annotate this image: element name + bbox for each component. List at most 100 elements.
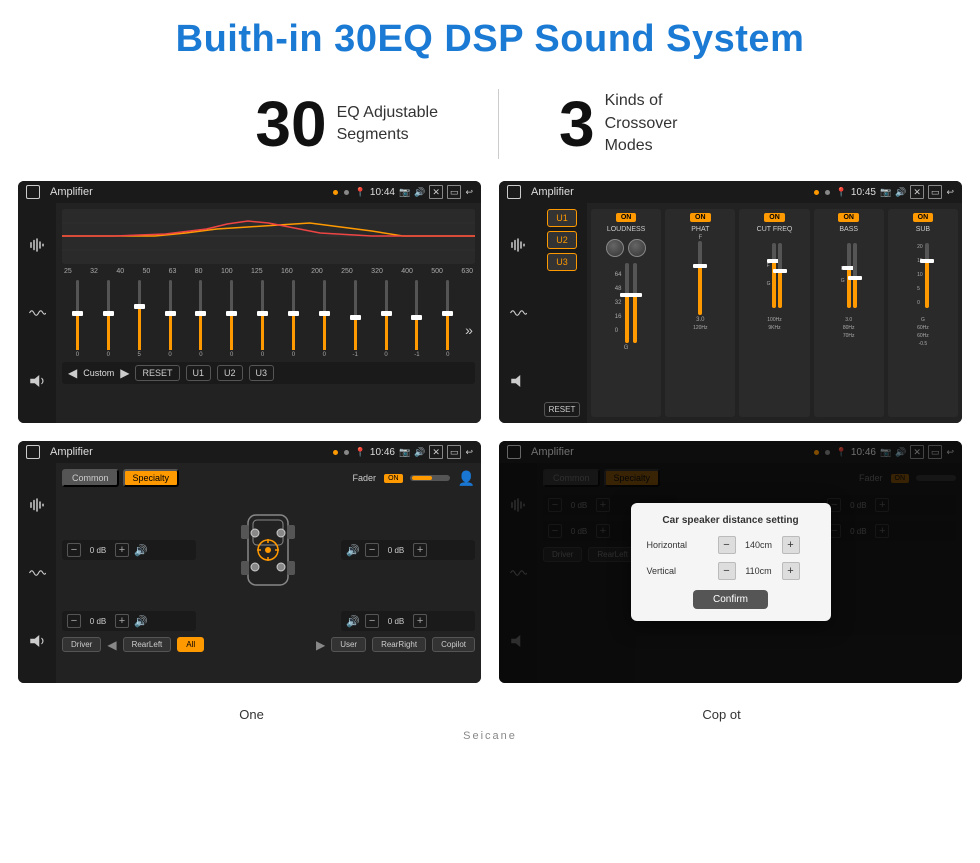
cx-sidebar-eq-icon[interactable]	[505, 232, 531, 258]
eq-rect-icon: ▭	[447, 185, 462, 199]
stat-crossover-number: 3	[559, 92, 595, 156]
eq-prev-arrow[interactable]: ◀	[68, 366, 77, 380]
cx-phat-toggle[interactable]: ON	[690, 213, 711, 222]
cx-sub-title: SUB	[916, 226, 930, 233]
spk-fr-minus[interactable]: −	[365, 543, 379, 557]
spk-common-tab[interactable]: Common	[62, 469, 119, 487]
cx-knob-2[interactable]	[628, 239, 646, 257]
eq-bottom-bar: ◀ Custom ▶ RESET U1 U2 U3	[62, 362, 475, 384]
eq-custom-label: Custom	[83, 368, 114, 378]
stats-row: 30 EQ AdjustableSegments 3 Kinds ofCross…	[0, 71, 980, 181]
spk-dot-1	[333, 450, 338, 455]
slider-8[interactable]: 0	[280, 280, 307, 358]
cx-knob-1[interactable]	[606, 239, 624, 257]
slider-13[interactable]: 0	[434, 280, 461, 358]
stat-eq-number: 30	[255, 92, 326, 156]
dialog-vertical-minus[interactable]: −	[718, 562, 736, 580]
eq-sidebar-wave-icon[interactable]	[24, 300, 50, 326]
page-header: Buith-in 30EQ DSP Sound System	[0, 0, 980, 71]
spk-all-btn[interactable]: All	[177, 637, 204, 652]
slider-12[interactable]: -1	[403, 280, 430, 358]
eq-time: 10:44	[370, 187, 395, 198]
spk-sidebar-vol-icon[interactable]	[24, 628, 50, 654]
cx-cutfreq-toggle[interactable]: ON	[764, 213, 785, 222]
spk-driver-btn[interactable]: Driver	[62, 637, 101, 652]
spk-right-arrow[interactable]: ▶	[316, 638, 325, 652]
spk-sidebar-wave-icon[interactable]	[24, 560, 50, 586]
spk-rl-minus[interactable]: −	[67, 614, 81, 628]
eq-status-icons: 📍 10:44 📷 🔊 ✕ ▭ ↩	[355, 185, 473, 199]
spk-rr-plus[interactable]: +	[413, 614, 427, 628]
slider-2[interactable]: 0	[95, 280, 122, 358]
spk-fader-label: Fader	[353, 473, 377, 483]
cx-sidebar-vol-icon[interactable]	[505, 368, 531, 394]
spk-fl-minus[interactable]: −	[67, 543, 81, 557]
spk-back-icon: ↩	[465, 447, 473, 458]
cx-u3-btn[interactable]: U3	[547, 253, 577, 271]
spk-home-icon[interactable]	[26, 445, 40, 459]
cx-bass-toggle[interactable]: ON	[838, 213, 859, 222]
spk-sidebar-eq-icon[interactable]	[24, 492, 50, 518]
eq-u2-btn[interactable]: U2	[217, 365, 243, 381]
slider-7[interactable]: 0	[249, 280, 276, 358]
cx-u2-btn[interactable]: U2	[547, 231, 577, 249]
cx-sub: ON SUB 20151050 G 60Hz 60Hz -0.5	[888, 209, 958, 417]
eq-next-arrow[interactable]: ▶	[120, 366, 129, 380]
eq-sidebar-vol-icon[interactable]	[24, 368, 50, 394]
dialog-horizontal-plus[interactable]: +	[782, 536, 800, 554]
spk-left-sidebar	[18, 463, 56, 683]
slider-1[interactable]: 0	[64, 280, 91, 358]
spk-fader-track[interactable]	[410, 475, 450, 481]
eq-dot-1	[333, 190, 338, 195]
cx-pin-icon: 📍	[836, 187, 847, 198]
slider-4[interactable]: 0	[157, 280, 184, 358]
cx-sub-toggle[interactable]: ON	[913, 213, 934, 222]
dialog-vertical-val: 110cm	[739, 566, 779, 576]
dialog-confirm-btn[interactable]: Confirm	[693, 590, 768, 609]
dialog-horizontal-ctrl: − 140cm +	[703, 536, 815, 554]
home-icon[interactable]	[26, 185, 40, 199]
slider-9[interactable]: 0	[311, 280, 338, 358]
cx-sidebar-wave-icon[interactable]	[505, 300, 531, 326]
spk-rr-minus[interactable]: −	[365, 614, 379, 628]
spk-fl-icon: 🔊	[134, 544, 148, 557]
cx-main: ON LOUDNESS 644832160	[587, 203, 962, 423]
slider-3[interactable]: 5	[126, 280, 153, 358]
spk-copilot-btn[interactable]: Copilot	[432, 637, 475, 652]
spk-rl-plus[interactable]: +	[115, 614, 129, 628]
cx-phat: ON PHAT F 3.0 120Hz	[665, 209, 735, 417]
dialog-vertical-plus[interactable]: +	[782, 562, 800, 580]
spk-body: Common Specialty Fader ON 👤 − 0 dB +	[18, 463, 481, 683]
spk-fader-toggle[interactable]: ON	[384, 474, 403, 483]
spk-user-btn[interactable]: User	[331, 637, 366, 652]
cx-reset-btn[interactable]: RESET	[544, 402, 581, 417]
eq-u1-btn[interactable]: U1	[186, 365, 212, 381]
cx-home-icon[interactable]	[507, 185, 521, 199]
eq-dot-2	[344, 190, 349, 195]
slider-10[interactable]: -1	[342, 280, 369, 358]
spk-fr-plus[interactable]: +	[413, 543, 427, 557]
spk-fl-plus[interactable]: +	[115, 543, 129, 557]
spk-rearleft-btn[interactable]: RearLeft	[123, 637, 172, 652]
cx-loudness-toggle[interactable]: ON	[616, 213, 637, 222]
dialog-horizontal-minus[interactable]: −	[718, 536, 736, 554]
cx-u1-btn[interactable]: U1	[547, 209, 577, 227]
slider-6[interactable]: 0	[218, 280, 245, 358]
eq-vol-icon: 🔊	[414, 187, 425, 198]
spk-tabs-row: Common Specialty Fader ON 👤	[62, 469, 475, 487]
spk-left-arrow[interactable]: ◀	[107, 638, 116, 652]
eq-reset-btn[interactable]: RESET	[135, 365, 179, 381]
slider-11[interactable]: 0	[373, 280, 400, 358]
cx-cutfreq: ON CUT FREQ FG	[739, 209, 809, 417]
slider-expand-icon[interactable]: »	[465, 322, 473, 358]
eq-freq-labels: 25 32 40 50 63 80 100 125 160 200 250 32…	[62, 268, 475, 275]
spk-specialty-tab[interactable]: Specialty	[123, 469, 180, 487]
cx-vol-icon: 🔊	[895, 187, 906, 198]
spk-rearright-btn[interactable]: RearRight	[372, 637, 426, 652]
eq-u3-btn[interactable]: U3	[249, 365, 275, 381]
stat-crossover: 3 Kinds ofCrossover Modes	[499, 90, 785, 157]
bottom-label-copilot: Cop ot	[702, 707, 740, 722]
cx-x-icon: ✕	[910, 185, 924, 199]
eq-sidebar-eq-icon[interactable]	[24, 232, 50, 258]
slider-5[interactable]: 0	[187, 280, 214, 358]
